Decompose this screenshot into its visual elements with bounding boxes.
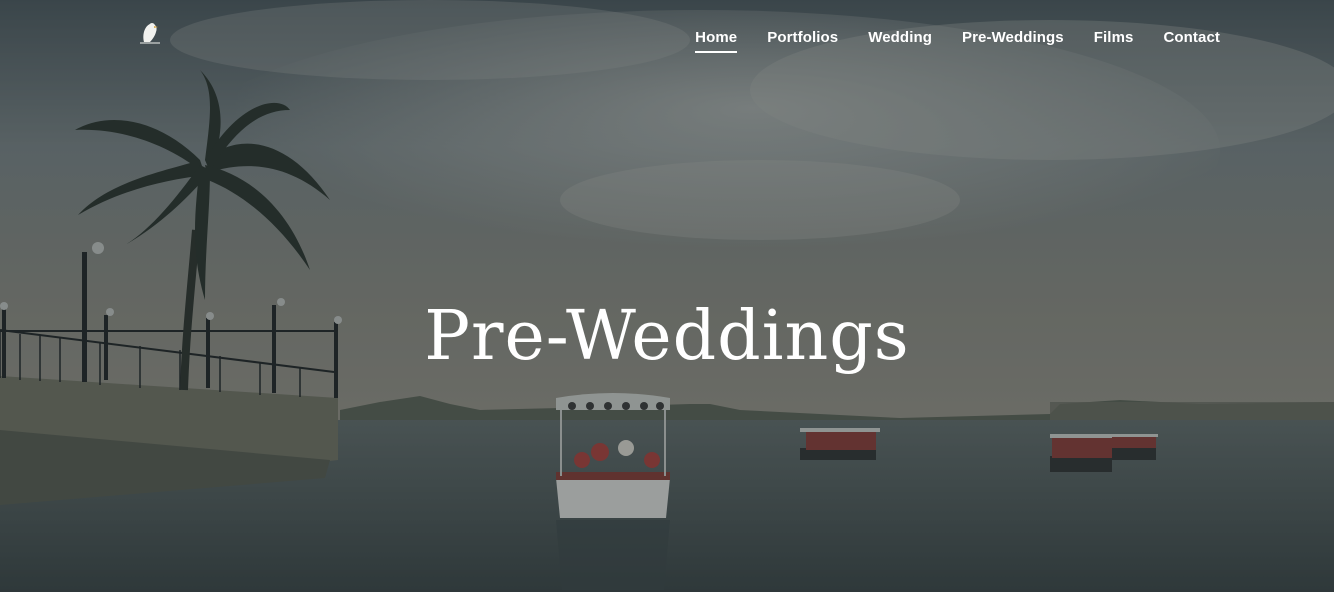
main-navigation: Home Portfolios Wedding Pre-Weddings Fil… (665, 28, 1220, 53)
nav-item-films[interactable]: Films (1094, 28, 1134, 52)
nav-item-portfolios[interactable]: Portfolios (767, 28, 838, 52)
hero-section: Home Portfolios Wedding Pre-Weddings Fil… (0, 0, 1334, 592)
nav-item-wedding[interactable]: Wedding (868, 28, 932, 52)
nav-item-contact[interactable]: Contact (1163, 28, 1220, 52)
bird-logo-icon[interactable] (136, 18, 164, 46)
nav-item-home[interactable]: Home (695, 28, 738, 53)
nav-item-pre-weddings[interactable]: Pre-Weddings (962, 28, 1064, 52)
hero-title: Pre-Weddings (424, 296, 910, 376)
